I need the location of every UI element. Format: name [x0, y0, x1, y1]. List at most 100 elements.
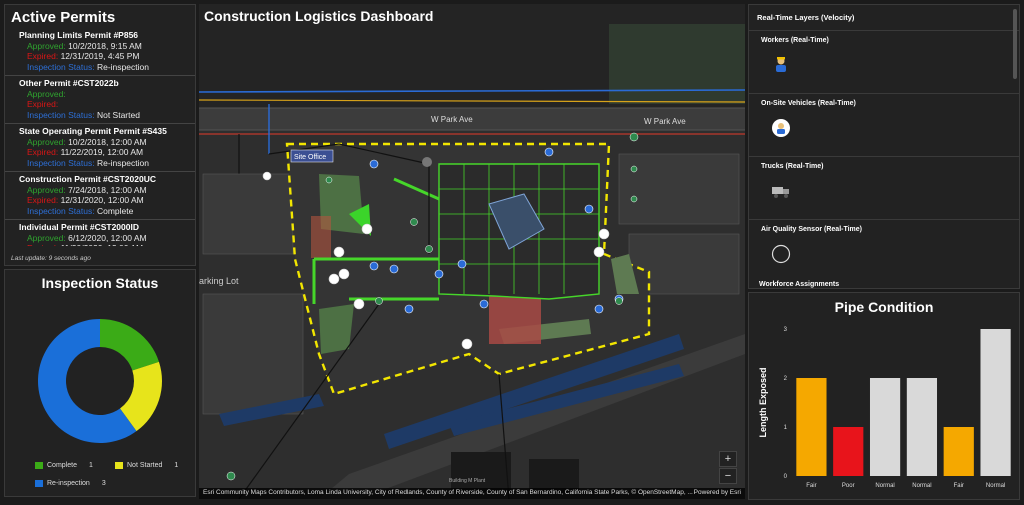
approved-label: Approved:: [27, 40, 66, 51]
pipe-condition-panel: Pipe Condition 0 1 2 3 Length Exposed Fair Poo…: [748, 292, 1020, 500]
legend-count: 1: [88, 462, 93, 469]
layers-scrollbar[interactable]: [1013, 9, 1017, 79]
y-tick-label: 3: [784, 327, 788, 333]
inspection-status-value: Not Started: [96, 109, 140, 120]
layers-title: Real-Time Layers (Velocity): [757, 13, 855, 22]
legend-swatch: [115, 462, 123, 469]
map-attribution: Esri Community Maps Contributors, Loma L…: [199, 488, 745, 499]
legend-swatch: [35, 480, 43, 487]
inspection-status-value: Complete: [96, 205, 134, 216]
x-tick-label: Normal: [912, 483, 931, 489]
permit-title: Other Permit #CST2022b: [19, 78, 119, 88]
workforce-assignments-label: Workforce Assignments: [759, 281, 840, 288]
donut-slice-complete[interactable]: [100, 319, 159, 371]
bar-normal[interactable]: [906, 378, 938, 476]
zoom-in-button[interactable]: +: [719, 451, 737, 467]
street-label-left: W Park Ave: [431, 115, 473, 124]
approved-label: Approved:: [27, 232, 66, 243]
x-tick-label: Fair: [954, 483, 964, 489]
truck-icon: [772, 187, 789, 198]
approved-date: 6/12/2020, 12:00 AM: [68, 232, 147, 243]
sensor-icon: [771, 244, 791, 264]
legend-item[interactable]: Complete 1: [35, 462, 93, 469]
dashboard-title: Construction Logistics Dashboard: [204, 8, 434, 24]
inspection-status-label: Inspection Status:: [27, 205, 95, 216]
approved-date: 10/2/2018, 12:00 AM: [68, 136, 147, 147]
bar-normal[interactable]: [980, 329, 1011, 476]
approved-date: 10/2/2018, 9:15 AM: [68, 40, 142, 51]
permit-title: Planning Limits Permit #P856: [19, 30, 139, 40]
y-tick-label: 0: [784, 474, 788, 480]
expired-date: 12/31/2020, 12:00 AM: [60, 195, 144, 205]
street-label-right: W Park Ave: [644, 117, 686, 126]
legend-label: Not Started: [127, 462, 163, 469]
zoom-out-button[interactable]: −: [719, 468, 737, 484]
legend-item[interactable]: Not Started 1: [115, 462, 178, 469]
bar-fair[interactable]: [796, 378, 827, 476]
layer-item[interactable]: Trucks (Real-Time): [749, 156, 1019, 219]
expired-label: Expired:: [27, 99, 59, 109]
layer-name: Trucks (Real-Time): [761, 163, 824, 170]
expired-date: 11/22/2019, 12:00 AM: [60, 147, 144, 157]
layer-item[interactable]: Air Quality Sensor (Real-Time): [749, 219, 1019, 282]
approved-label: Approved:: [27, 136, 66, 147]
expired-label: Expired:: [27, 51, 59, 61]
parking-lot-label: arking Lot: [199, 276, 239, 286]
inspection-title: Inspection Status: [41, 275, 159, 291]
layer-item[interactable]: On-Site Vehicles (Real-Time): [749, 93, 1019, 156]
layer-name: Air Quality Sensor (Real-Time): [761, 226, 863, 233]
last-update-text: Last update: 9 seconds ago: [11, 255, 91, 262]
approved-label: Approved:: [27, 184, 66, 195]
building-label: Building M Plant: [449, 478, 486, 484]
layer-list[interactable]: Workers (Real-Time) On-Site Vehicles (Rea…: [749, 30, 1019, 282]
map-canvas[interactable]: Site Office W Park Ave W Park Ave arking…: [199, 4, 745, 499]
layer-item[interactable]: Workers (Real-Time): [749, 30, 1019, 93]
permit-list[interactable]: Planning Limits Permit #P856 Approved: 10…: [5, 28, 195, 246]
y-tick-label: 1: [784, 425, 788, 431]
realtime-layers-panel[interactable]: Real-Time Layers (Velocity) Workers (Rea…: [748, 4, 1020, 289]
inspection-status-label: Inspection Status:: [27, 61, 95, 72]
bar-fair[interactable]: [943, 427, 974, 476]
permit-item[interactable]: Construction Permit #CST2020UC Approved: …: [5, 172, 195, 220]
x-tick-label: Fair: [806, 483, 816, 489]
expired-date: 11/30/2020, 12:00 AM: [61, 243, 144, 246]
permit-item[interactable]: Individual Permit #CST2000ID Approved: 6/…: [5, 220, 195, 246]
permit-item[interactable]: Planning Limits Permit #P856 Approved: 10…: [5, 28, 195, 76]
legend-swatch: [35, 462, 43, 469]
expired-label: Expired:: [27, 147, 59, 157]
legend-item[interactable]: Re-inspection 3: [35, 480, 106, 487]
vehicle-icon: [772, 119, 790, 137]
bar-poor[interactable]: [833, 427, 864, 476]
site-map[interactable]: Site Office W Park Ave W Park Ave arking…: [199, 4, 745, 499]
inspection-status-label: Inspection Status:: [27, 157, 95, 168]
attribution-text: Esri Community Maps Contributors, Loma L…: [203, 489, 693, 496]
approved-date: 7/24/2018, 12:00 AM: [68, 184, 147, 195]
permit-title: State Operating Permit Permit #S435: [19, 126, 167, 136]
permit-item[interactable]: State Operating Permit Permit #S435 Appro…: [5, 124, 195, 172]
inspection-status-value: Re-inspection: [96, 157, 149, 168]
x-tick-label: Normal: [986, 483, 1005, 489]
legend-count: 3: [101, 480, 106, 487]
bar-normal[interactable]: [869, 378, 901, 476]
x-tick-label: Poor: [842, 483, 855, 489]
expired-date: 12/31/2019, 4:45 PM: [60, 51, 140, 61]
permits-title: Active Permits: [11, 9, 116, 26]
inspection-status-panel: Inspection Status Complete 1 Not Started 1 R…: [4, 269, 196, 497]
legend-label: Re-inspection: [47, 480, 90, 487]
pipe-condition-chart: 0 1 2 3 Length Exposed Fair Poor Normal Normal Fa…: [758, 327, 1011, 489]
permit-item[interactable]: Other Permit #CST2022b Approved: Expired:…: [5, 76, 195, 124]
site-office-label: Site Office: [294, 154, 326, 161]
inspection-donut-chart: [37, 319, 162, 443]
expired-label: Expired:: [27, 195, 59, 205]
legend-label: Complete: [47, 462, 77, 469]
x-tick-label: Normal: [875, 483, 894, 489]
permit-title: Construction Permit #CST2020UC: [19, 174, 156, 184]
active-permits-panel: Active Permits Planning Limits Permit #P…: [4, 4, 196, 266]
layer-name: On-Site Vehicles (Real-Time): [761, 100, 856, 107]
powered-by-esri[interactable]: Powered by Esri: [694, 489, 741, 496]
legend-count: 1: [174, 462, 179, 469]
y-axis-label: Length Exposed: [758, 367, 768, 437]
y-tick-label: 2: [784, 376, 788, 382]
worker-icon: [776, 57, 786, 72]
layer-name: Workers (Real-Time): [761, 37, 829, 44]
